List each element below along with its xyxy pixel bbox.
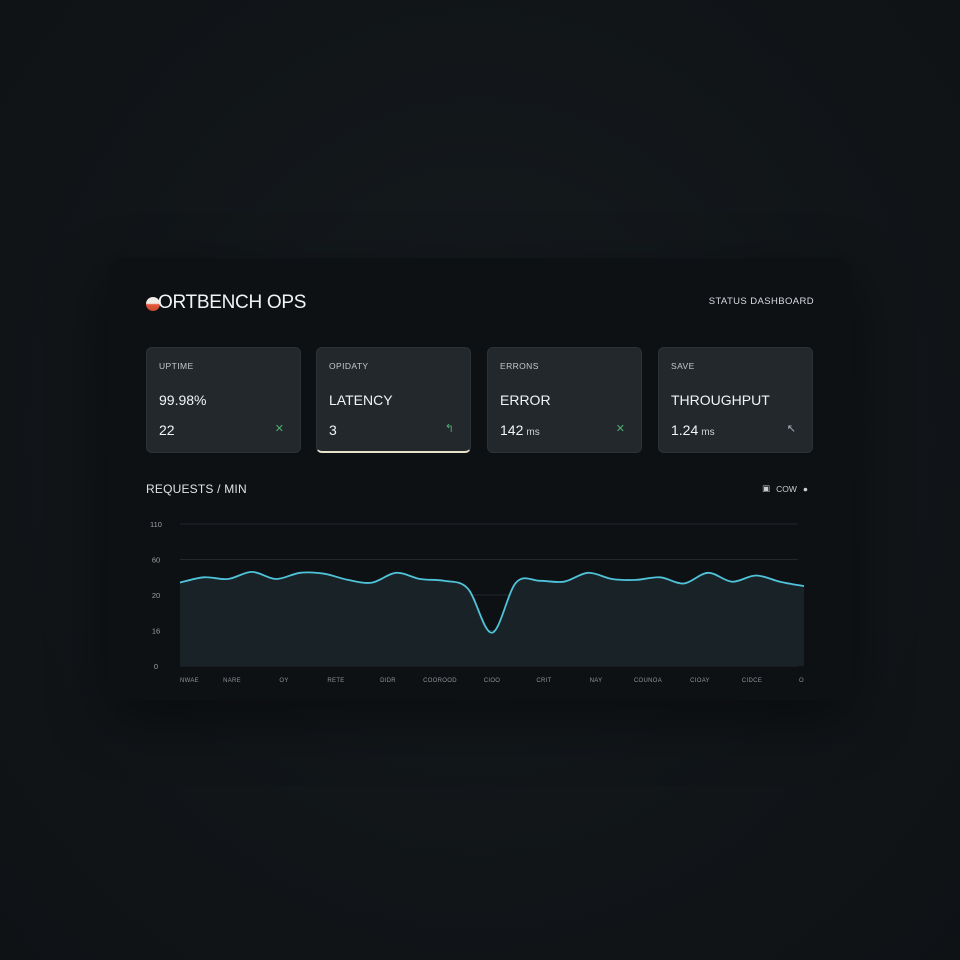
card-label: SAVE [671, 361, 695, 371]
x-tick-label: RETE [327, 678, 344, 684]
x-tick-label: NARE [223, 678, 241, 684]
toggle-dot-icon[interactable]: ● [803, 484, 808, 494]
card-label: UPTIME [159, 361, 194, 371]
x-tick-label: O [799, 678, 804, 684]
card-value: ERROR [500, 392, 551, 408]
metric-card-latency[interactable]: OPIDATY LATENCY 3 ↰ [316, 347, 471, 453]
dashboard-panel: ORTBENCH OPS STATUS DASHBOARD UPTIME 99.… [108, 258, 852, 700]
card-label: OPIDATY [329, 361, 369, 371]
brand[interactable]: ORTBENCH OPS [146, 292, 306, 314]
x-tick-label: NAY [590, 678, 603, 684]
metric-cards: UPTIME 99.98% 22 ✕ OPIDATY LATENCY 3 ↰ E… [146, 347, 814, 454]
range-selector[interactable]: COW [776, 484, 797, 494]
brand-title: ORTBENCH OPS [158, 292, 307, 313]
requests-chart: 0 16 20 60 110 NWAE NARE OY RETE DIDR COOROOD CIOO C… [150, 520, 805, 684]
y-tick-label: 16 [152, 627, 160, 636]
y-tick-label: 20 [152, 591, 160, 600]
x-tick-label: CIDCE [742, 678, 762, 684]
card-label: ERRONS [500, 361, 539, 371]
chart-title: REQUESTS / MIN [146, 482, 247, 496]
card-sub-value: 3 [329, 422, 337, 438]
x-tick-label: NWAE [180, 678, 199, 684]
x-tick-label: CIOAY [690, 678, 710, 684]
x-tick-label: COOROOD [423, 678, 457, 684]
y-tick-label: 60 [152, 556, 160, 565]
chart-controls: ▣ COW ● [762, 483, 808, 494]
x-tick-label: OY [279, 678, 288, 684]
card-value: THROUGHPUT [671, 392, 770, 408]
card-sub-value: 1.24 ms [671, 422, 715, 438]
calendar-icon[interactable]: ▣ [762, 483, 770, 494]
y-tick-label: 110 [150, 520, 162, 529]
metric-card-throughput[interactable]: SAVE THROUGHPUT 1.24 ms ↖ [658, 347, 813, 453]
metric-card-errors[interactable]: ERRONS ERROR 142 ms ✕ [487, 347, 642, 453]
card-sub-value: 22 [159, 422, 175, 438]
x-tick-label: COUNOA [634, 678, 662, 684]
x-tick-label: CRIT [536, 678, 551, 684]
card-sub-value: 142 ms [500, 422, 540, 438]
x-tick-label: DIDR [380, 678, 396, 684]
y-tick-label: 0 [154, 662, 158, 671]
check-icon: ✕ [274, 423, 284, 435]
arrow-icon: ↖ [786, 423, 796, 435]
status-dashboard-link[interactable]: STATUS DASHBOARD [709, 296, 814, 307]
card-value: LATENCY [329, 392, 393, 408]
check-icon: ✕ [615, 423, 625, 435]
area-fill [180, 571, 804, 666]
card-value: 99.98% [159, 392, 207, 408]
trend-icon: ↰ [444, 423, 454, 435]
x-tick-label: CIOO [484, 678, 501, 684]
metric-card-uptime[interactable]: UPTIME 99.98% 22 ✕ [146, 347, 301, 453]
